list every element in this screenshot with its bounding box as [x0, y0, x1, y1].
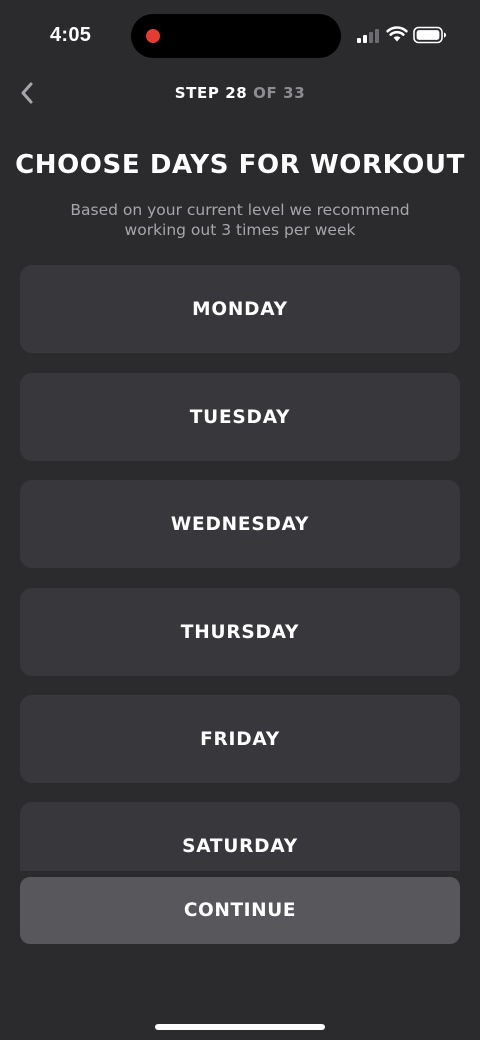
- dynamic-island: [131, 14, 341, 58]
- day-option-monday[interactable]: MONDAY: [20, 265, 460, 353]
- continue-button[interactable]: CONTINUE: [20, 877, 460, 944]
- day-option-saturday[interactable]: SATURDAY: [20, 802, 460, 871]
- home-indicator[interactable]: [155, 1024, 325, 1030]
- step-indicator: STEP 28 OF 33: [0, 84, 480, 102]
- cellular-signal-icon: [357, 27, 379, 43]
- step-total: OF 33: [253, 84, 306, 102]
- day-option-thursday[interactable]: THURSDAY: [20, 588, 460, 676]
- page-title: CHOOSE DAYS FOR WORKOUT: [15, 150, 465, 180]
- day-option-tuesday[interactable]: TUESDAY: [20, 373, 460, 461]
- step-current: STEP 28: [174, 84, 248, 102]
- recording-indicator-icon: [146, 29, 160, 43]
- status-time: 4:05: [50, 24, 92, 46]
- page-subtitle: Based on your current level we recommend…: [70, 201, 410, 239]
- day-list: MONDAY TUESDAY WEDNESDAY THURSDAY FRIDAY…: [20, 265, 460, 871]
- wifi-icon: [386, 26, 408, 42]
- battery-icon: [413, 26, 446, 44]
- status-bar: 4:05: [0, 0, 480, 72]
- day-option-friday[interactable]: FRIDAY: [20, 695, 460, 783]
- day-option-wednesday[interactable]: WEDNESDAY: [20, 480, 460, 568]
